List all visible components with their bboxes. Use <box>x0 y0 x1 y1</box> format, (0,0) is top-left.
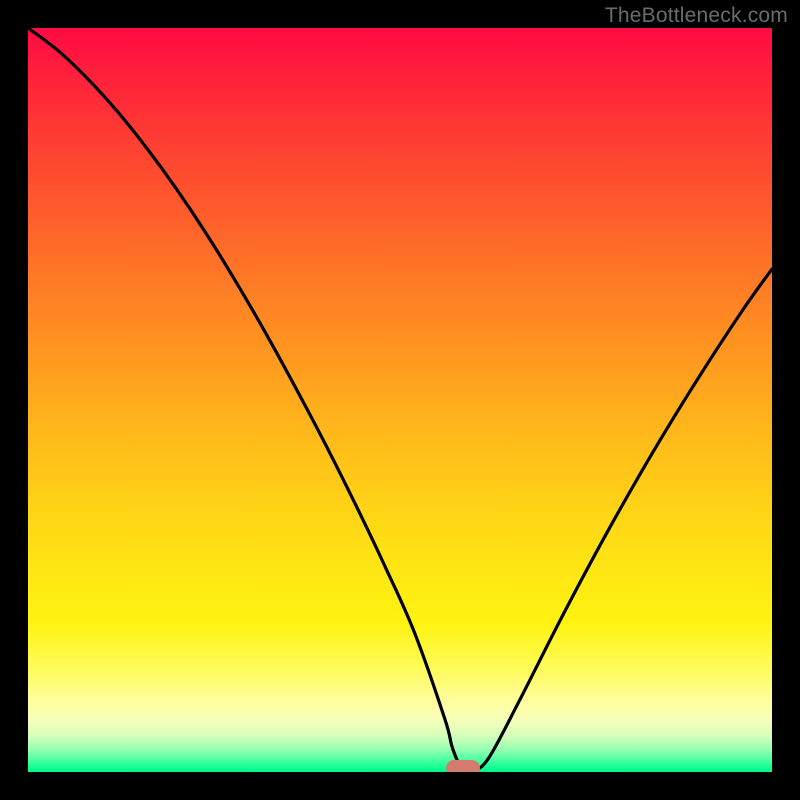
curve-svg <box>28 28 772 772</box>
bottleneck-curve <box>28 28 772 772</box>
plot-area <box>28 28 772 772</box>
watermark-text: TheBottleneck.com <box>605 4 788 28</box>
minimum-marker <box>446 760 480 772</box>
chart-container: TheBottleneck.com <box>0 0 800 800</box>
